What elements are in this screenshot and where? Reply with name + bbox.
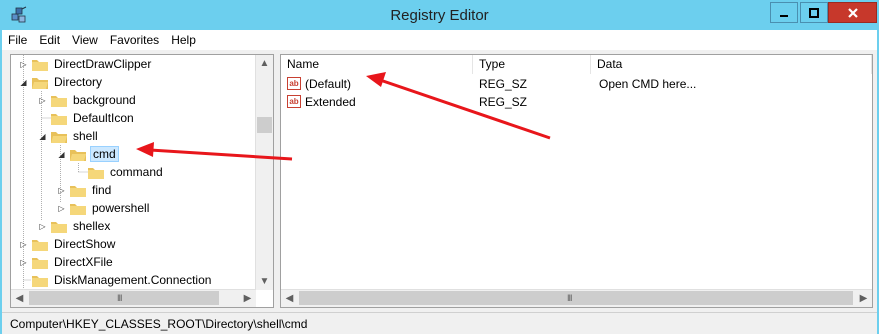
folder-icon (51, 220, 67, 233)
menu-file[interactable]: File (2, 30, 33, 50)
tree-item-background[interactable]: ▷ background (38, 91, 138, 109)
expand-icon[interactable]: ▷ (38, 222, 47, 231)
scroll-right-icon[interactable]: ▶ (239, 290, 256, 307)
values-list[interactable]: Name Type Data ab (Default) REG_SZ Open … (280, 54, 873, 308)
collapse-icon[interactable]: ◢ (38, 132, 47, 141)
menu-edit[interactable]: Edit (33, 30, 66, 50)
window-title: Registry Editor (390, 7, 489, 24)
scroll-right-icon[interactable]: ▶ (855, 290, 872, 307)
scroll-left-icon[interactable]: ◀ (281, 290, 298, 307)
menu-favorites[interactable]: Favorites (104, 30, 165, 50)
minimize-icon (780, 14, 788, 17)
tree-item-directxfile[interactable]: ▷ DirectXFile (19, 253, 115, 271)
column-header-data[interactable]: Data (591, 55, 872, 74)
tree-item-label-selected: cmd (90, 146, 119, 162)
folder-open-icon (32, 76, 48, 89)
scroll-down-icon[interactable]: ▼ (256, 273, 273, 290)
scroll-thumb[interactable] (257, 117, 272, 133)
expand-icon[interactable]: ▷ (38, 96, 47, 105)
status-path: Computer\HKEY_CLASSES_ROOT\Directory\she… (10, 317, 308, 331)
tree-item-label: DirectXFile (54, 255, 113, 269)
tree-item-label: powershell (92, 201, 150, 215)
maximize-icon (809, 7, 819, 18)
column-header-name[interactable]: Name (281, 55, 473, 74)
maximize-button[interactable] (800, 2, 828, 23)
scroll-thumb[interactable] (299, 291, 853, 305)
tree-item-find[interactable]: ▷ find (57, 181, 113, 199)
column-header-type[interactable]: Type (473, 55, 591, 74)
menu-view[interactable]: View (66, 30, 104, 50)
registry-tree[interactable]: ▷ DirectDrawClipper ◢ Directory ▷ backgr… (10, 54, 274, 308)
status-bar: Computer\HKEY_CLASSES_ROOT\Directory\she… (2, 312, 877, 334)
close-button[interactable] (828, 2, 877, 23)
tree-item-command[interactable]: command (75, 163, 165, 181)
tree-item-shellex[interactable]: ▷ shellex (38, 217, 112, 235)
collapse-icon[interactable]: ◢ (57, 150, 66, 159)
folder-open-icon (70, 148, 86, 161)
minimize-button[interactable] (770, 2, 798, 23)
folder-icon (70, 184, 86, 197)
value-row-extended[interactable]: ab Extended REG_SZ (281, 93, 856, 111)
expand-icon[interactable]: ▷ (57, 186, 66, 195)
collapse-icon[interactable]: ◢ (19, 78, 28, 87)
tree-item-diskmanagement-connection[interactable]: DiskManagement.Connection (19, 271, 213, 289)
menu-help[interactable]: Help (165, 30, 202, 50)
tree-item-label: command (110, 165, 163, 179)
folder-icon (51, 94, 67, 107)
tree-item-directory[interactable]: ◢ Directory (19, 73, 104, 91)
grip-icon: III (117, 293, 122, 303)
expand-icon[interactable]: ▷ (19, 258, 28, 267)
tree-item-label: find (92, 183, 112, 197)
tree-item-directdrawclipper[interactable]: ▷ DirectDrawClipper (19, 55, 153, 73)
tree-vertical-scrollbar[interactable]: ▲ ▼ (255, 55, 273, 290)
folder-icon (32, 274, 48, 287)
string-value-icon: ab (287, 77, 301, 90)
tree-item-label: shell (73, 129, 98, 143)
folder-icon (70, 202, 86, 215)
list-horizontal-scrollbar[interactable]: ◀ III ▶ (281, 289, 872, 307)
tree-item-directshow[interactable]: ▷ DirectShow (19, 235, 117, 253)
expand-icon[interactable]: ▷ (57, 204, 66, 213)
tree-item-defaulticon[interactable]: DefaultIcon (38, 109, 136, 127)
client-area: ▷ DirectDrawClipper ◢ Directory ▷ backgr… (2, 50, 877, 312)
value-name: (Default) (305, 77, 352, 91)
value-type: REG_SZ (479, 95, 528, 109)
value-type: REG_SZ (479, 77, 528, 91)
folder-icon (32, 58, 48, 71)
scroll-up-icon[interactable]: ▲ (256, 55, 273, 72)
menu-bar: File Edit View Favorites Help (2, 30, 877, 50)
tree-horizontal-scrollbar[interactable]: ◀ III ▶ (11, 289, 256, 307)
scroll-left-icon[interactable]: ◀ (11, 290, 28, 307)
tree-item-powershell[interactable]: ▷ powershell (57, 199, 151, 217)
scroll-thumb[interactable] (29, 291, 219, 305)
folder-icon (51, 112, 67, 125)
tree-item-label: DiskManagement.Connection (54, 273, 212, 287)
value-data: Open CMD here... (599, 77, 697, 91)
value-name: Extended (305, 95, 356, 109)
tree-item-cmd[interactable]: ◢ cmd (57, 145, 119, 163)
grip-icon: III (567, 293, 572, 303)
folder-open-icon (51, 130, 67, 143)
registry-editor-window: Registry Editor File Edit View Favorites… (0, 0, 879, 334)
tree-item-label: DirectDrawClipper (54, 57, 152, 71)
close-icon (847, 7, 858, 18)
value-row-default[interactable]: ab (Default) REG_SZ Open CMD here... (281, 75, 856, 93)
tree-item-label: DefaultIcon (73, 111, 134, 125)
folder-icon (32, 256, 48, 269)
folder-icon (32, 238, 48, 251)
tree-item-label: shellex (73, 219, 111, 233)
expand-icon[interactable]: ▷ (19, 240, 28, 249)
tree-item-label: DirectShow (54, 237, 116, 251)
expand-icon[interactable]: ▷ (19, 60, 28, 69)
tree-item-label: Directory (54, 75, 103, 89)
tree-item-shell[interactable]: ◢ shell (38, 127, 100, 145)
title-bar[interactable]: Registry Editor (2, 2, 877, 30)
string-value-icon: ab (287, 95, 301, 108)
tree-item-label: background (73, 93, 136, 107)
folder-icon (88, 166, 104, 179)
